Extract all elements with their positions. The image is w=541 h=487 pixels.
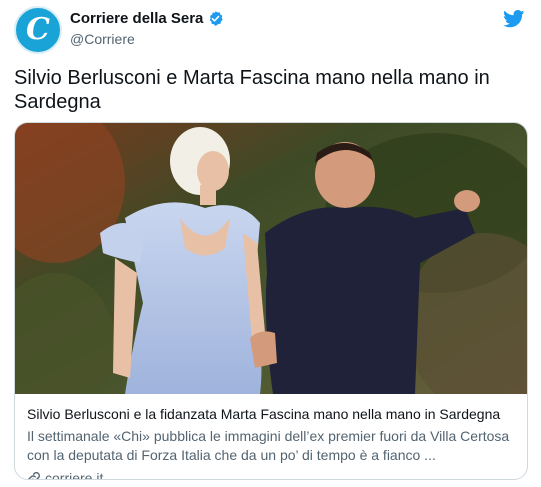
- author-name[interactable]: Corriere della Sera: [70, 10, 203, 27]
- card-body: Silvio Berlusconi e la fidanzata Marta F…: [27, 405, 521, 479]
- tweet-embed: C Corriere della Sera @Corriere Silvio B…: [0, 0, 541, 487]
- card-domain[interactable]: corriere.it: [45, 469, 103, 479]
- avatar-logo-letter: C: [26, 12, 50, 47]
- avatar[interactable]: C: [14, 6, 62, 54]
- author-handle[interactable]: @Corriere: [70, 31, 135, 47]
- verified-badge-icon: [210, 11, 224, 26]
- link-icon: [28, 472, 40, 479]
- card-photo[interactable]: [15, 123, 528, 394]
- card-title[interactable]: Silvio Berlusconi e la fidanzata Marta F…: [27, 405, 521, 423]
- card-description: Il settimanale «Chi» pubblica le immagin…: [27, 428, 510, 463]
- card-domain-row[interactable]: corriere.it: [27, 469, 521, 479]
- link-card[interactable]: Silvio Berlusconi e la fidanzata Marta F…: [14, 122, 528, 480]
- twitter-bird-icon[interactable]: [503, 10, 525, 28]
- tweet-text: Silvio Berlusconi e Marta Fascina mano n…: [14, 67, 490, 113]
- author-name-row[interactable]: Corriere della Sera: [70, 10, 224, 27]
